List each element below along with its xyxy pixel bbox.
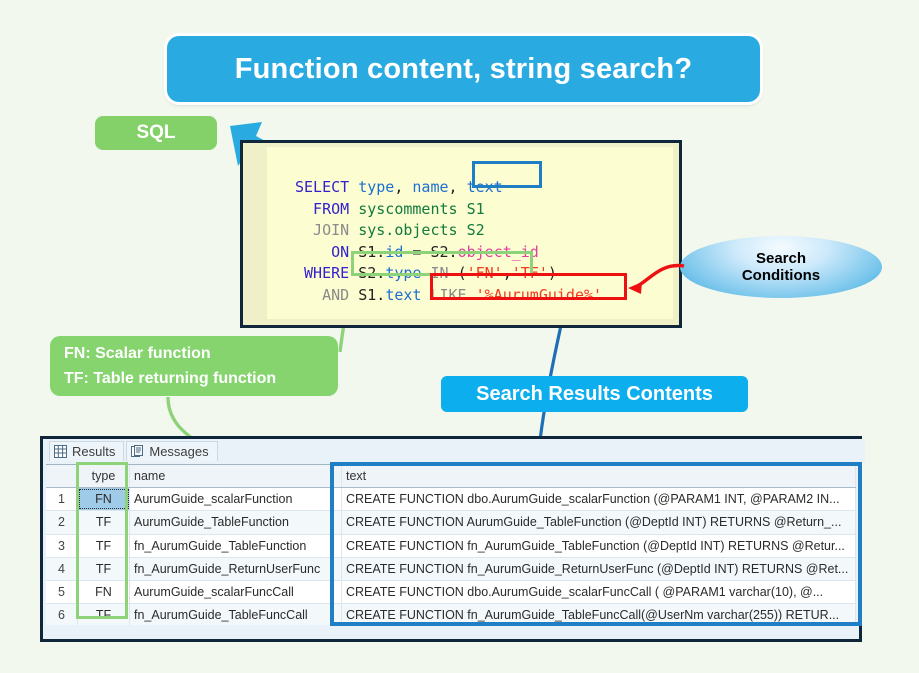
grid-header-text[interactable]: text <box>342 465 856 488</box>
sql-token: ON <box>295 242 359 261</box>
name-cell[interactable]: AurumGuide_scalarFunction <box>130 488 342 511</box>
sql-token: , <box>394 178 413 196</box>
tab-messages-label: Messages <box>149 444 209 459</box>
text-cell[interactable]: CREATE FUNCTION fn_AurumGuide_ReturnUser… <box>342 557 856 580</box>
row-number-cell[interactable]: 1 <box>46 488 78 511</box>
search-results-contents-label: Search Results Contents <box>476 382 713 405</box>
sql-label-badge: SQL <box>95 116 217 150</box>
grid-header-rownum <box>46 465 78 488</box>
text-cell[interactable]: CREATE FUNCTION fn_AurumGuide_TableFunct… <box>342 534 856 557</box>
name-cell[interactable]: fn_AurumGuide_TableFunction <box>130 534 342 557</box>
grid-header-type[interactable]: type <box>78 465 130 488</box>
text-cell[interactable]: CREATE FUNCTION dbo.AurumGuide_scalarFun… <box>342 580 856 604</box>
sql-token: , <box>448 178 467 196</box>
messages-icon <box>131 445 144 457</box>
results-tabstrip: Results Messages <box>43 439 865 463</box>
page-title: Function content, string search? <box>167 36 760 102</box>
row-number-cell[interactable]: 5 <box>46 580 78 604</box>
sql-token: sys.objects S2 <box>358 221 485 239</box>
row-number-cell[interactable]: 6 <box>46 604 78 625</box>
table-row[interactable]: 4 TF fn_AurumGuide_ReturnUserFunc CREATE FU… <box>46 557 856 581</box>
tab-results[interactable]: Results <box>49 441 125 461</box>
grid-body: 1 FN AurumGuide_scalarFunction CREATE FUNCT… <box>46 488 856 625</box>
text-cell[interactable]: CREATE FUNCTION dbo.AurumGuide_scalarFun… <box>342 488 856 511</box>
table-row[interactable]: 3 TF fn_AurumGuide_TableFunction CREATE FUN… <box>46 534 856 558</box>
sql-token: S1. <box>358 285 386 304</box>
tab-results-label: Results <box>72 444 116 459</box>
grid-header-name[interactable]: name <box>130 465 342 488</box>
type-cell[interactable]: FN <box>78 580 130 604</box>
table-row[interactable]: 2 TF AurumGuide_TableFunction CREATE FUNCTI… <box>46 511 856 535</box>
page-title-text: Function content, string search? <box>234 52 693 85</box>
sql-token: text <box>385 285 422 304</box>
row-number-cell[interactable]: 2 <box>46 511 78 534</box>
search-conditions-line2: Conditions <box>741 267 821 284</box>
name-cell[interactable]: fn_AurumGuide_TableFuncCall <box>130 604 342 625</box>
sql-token: WHERE <box>295 264 359 282</box>
sql-token: syscomments S1 <box>358 199 485 218</box>
type-cell[interactable]: TF <box>78 511 130 534</box>
name-cell[interactable]: AurumGuide_scalarFuncCall <box>130 580 342 604</box>
text-cell[interactable]: CREATE FUNCTION AurumGuide_TableFunction… <box>342 511 856 534</box>
type-cell[interactable]: TF <box>78 604 130 625</box>
slide-canvas: Function content, string search? SQL SEL… <box>0 0 919 673</box>
search-conditions-callout: Search Conditions <box>680 236 882 298</box>
type-cell[interactable]: FN <box>78 488 130 511</box>
sql-token: name <box>412 178 449 196</box>
function-type-legend: FN: Scalar function TF: Table returning … <box>50 336 338 396</box>
legend-line-tf: TF: Table returning function <box>64 370 277 387</box>
table-row[interactable]: 6 TF fn_AurumGuide_TableFuncCall CREATE FUN… <box>46 604 856 625</box>
sql-token: type <box>358 178 395 196</box>
name-cell[interactable]: fn_AurumGuide_ReturnUserFunc <box>130 557 342 580</box>
sql-token: FROM <box>295 199 359 218</box>
query-results-panel: Results Messages type name text 1 FN Aur… <box>40 436 865 642</box>
sql-token: JOIN <box>295 221 359 239</box>
table-row[interactable]: 1 FN AurumGuide_scalarFunction CREATE FUNCT… <box>46 488 856 512</box>
legend-line-fn: FN: Scalar function <box>64 345 211 362</box>
grid-icon <box>54 445 67 458</box>
highlight-text-column <box>472 161 542 188</box>
sql-token: AND <box>295 285 359 304</box>
row-number-cell[interactable]: 4 <box>46 557 78 580</box>
tab-messages[interactable]: Messages <box>126 441 218 461</box>
search-conditions-line1: Search <box>755 250 807 267</box>
grid-header-row: type name text <box>46 465 856 489</box>
results-grid[interactable]: type name text 1 FN AurumGuide_scalarFunct… <box>46 464 856 625</box>
search-results-contents-banner: Search Results Contents <box>441 376 748 412</box>
type-cell[interactable]: TF <box>78 534 130 557</box>
table-row[interactable]: 5 FN AurumGuide_scalarFuncCall CREATE FUNCT… <box>46 580 856 605</box>
row-number-cell[interactable]: 3 <box>46 534 78 557</box>
sql-token: SELECT <box>295 178 359 196</box>
text-cell[interactable]: CREATE FUNCTION fn_AurumGuide_TableFuncC… <box>342 604 856 625</box>
sql-label-text: SQL <box>136 122 176 143</box>
highlight-like-condition <box>430 273 627 300</box>
name-cell[interactable]: AurumGuide_TableFunction <box>130 511 342 534</box>
type-cell[interactable]: TF <box>78 557 130 580</box>
